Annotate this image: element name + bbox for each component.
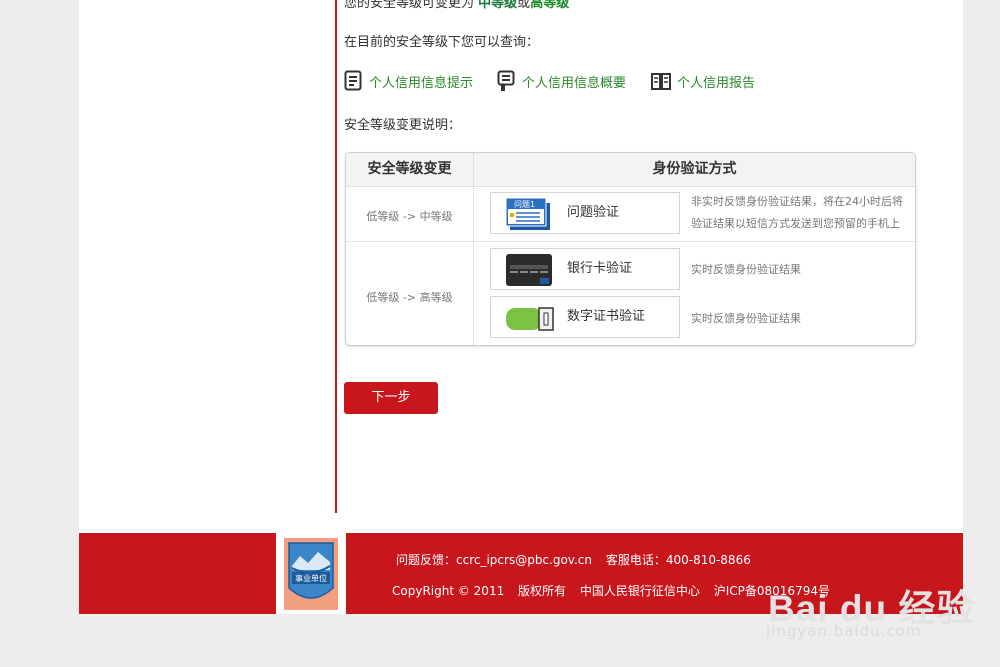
- bankcard-verification-label: 银行卡验证: [567, 261, 633, 276]
- bankcard-verification-option[interactable]: 银行卡验证: [490, 248, 680, 290]
- high-level-link[interactable]: 高等级: [530, 0, 569, 11]
- question-desc-line2: 验证结果以短信方式发送到您预留的手机上: [691, 217, 900, 230]
- query-credit-hint-link[interactable]: 个人信用信息提示: [344, 70, 473, 92]
- query-credit-summary-label: 个人信用信息概要: [522, 75, 627, 91]
- public-institution-badge[interactable]: 事业单位: [284, 538, 338, 610]
- bank-card-icon: [506, 254, 552, 286]
- open-book-icon: [651, 73, 672, 90]
- level-change-prefix: 您的安全等级可变更为: [344, 0, 475, 11]
- header-level-change: 安全等级变更: [367, 161, 452, 177]
- usb-key-icon: [506, 307, 554, 331]
- footer-contact-line: 问题反馈：ccrc_ipcrs@pbc.gov.cn 客服电话：400-810-…: [396, 551, 761, 568]
- question-verification-option[interactable]: 问题1 问题验证: [490, 192, 680, 234]
- verification-table: 安全等级变更 身份验证方式 低等级 -> 中等级 低等级 -> 高等级 问题1 …: [345, 152, 916, 346]
- org-name: 中国人民银行征信中心: [579, 584, 700, 598]
- header-verification-method: 身份验证方式: [652, 161, 737, 177]
- left-divider: [335, 0, 337, 513]
- table-header: 安全等级变更 身份验证方式: [346, 153, 915, 187]
- watermark-url: jingyan.baidu.com: [766, 622, 922, 640]
- badge-text: 事业单位: [295, 573, 327, 583]
- rights-text: 版权所有: [518, 584, 567, 598]
- level-change-text: 您的安全等级可变更为 中等级或高等级: [344, 0, 569, 11]
- query-credit-hint-label: 个人信用信息提示: [369, 75, 474, 91]
- level-change-explanation-title: 安全等级变更说明：: [344, 118, 462, 133]
- certificate-verification-label: 数字证书验证: [567, 309, 646, 324]
- question-desc-line1: 非实时反馈身份验证结果，将在24小时后将: [691, 195, 903, 208]
- query-credit-summary-link[interactable]: 个人信用信息概要: [497, 70, 626, 92]
- question-verification-desc: 非实时反馈身份验证结果，将在24小时后将 验证结果以短信方式发送到您预留的手机上: [691, 191, 903, 235]
- row1-level-text: 低等级 -> 中等级: [366, 210, 453, 223]
- badge-container: 事业单位: [276, 533, 346, 614]
- row-divider: [346, 241, 915, 242]
- next-step-button[interactable]: 下一步: [344, 382, 438, 414]
- feedback-email[interactable]: 问题反馈：ccrc_ipcrs@pbc.gov.cn: [396, 553, 592, 567]
- document-list-icon: [344, 70, 362, 91]
- question-card-icon: 问题1: [506, 197, 550, 230]
- copyright-text: CopyRight © 2011: [392, 584, 505, 598]
- question-verification-label: 问题验证: [567, 205, 620, 220]
- or-text: 或: [517, 0, 531, 11]
- row2-level-text: 低等级 -> 高等级: [366, 291, 453, 304]
- query-intro-text: 在目前的安全等级下您可以查询：: [344, 35, 540, 50]
- query-credit-report-link[interactable]: 个人信用报告: [650, 70, 755, 92]
- column-divider: [473, 153, 474, 345]
- service-hotline: 客服电话：400-810-8866: [605, 553, 751, 567]
- query-credit-report-label: 个人信用报告: [677, 75, 756, 91]
- query-links: 个人信用信息提示 个人信用信息概要 个人信用报告: [344, 70, 779, 92]
- mid-level-link[interactable]: 中等级: [478, 0, 517, 11]
- bankcard-verification-desc: 实时反馈身份验证结果: [691, 263, 801, 276]
- question-card-icon-text: 问题1: [514, 200, 535, 209]
- certificate-verification-option[interactable]: 数字证书验证: [490, 296, 680, 338]
- document-summary-icon: [497, 70, 515, 91]
- certificate-verification-desc: 实时反馈身份验证结果: [691, 312, 801, 325]
